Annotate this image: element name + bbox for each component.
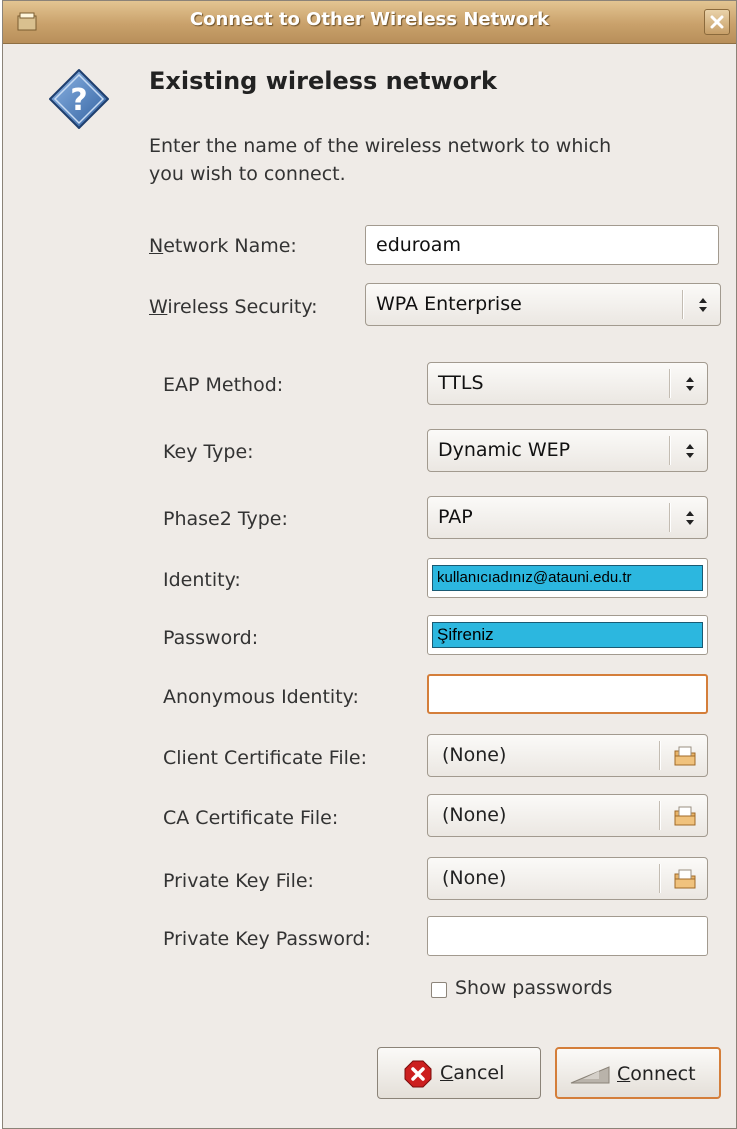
private-key-file-label: Private Key File: — [163, 870, 314, 892]
dialog-heading: Existing wireless network — [149, 67, 497, 95]
eap-method-select[interactable]: TTLS — [427, 362, 708, 405]
identity-value: kullanıcıadınız@atauni.edu.tr — [432, 565, 703, 591]
open-folder-icon — [674, 746, 696, 766]
password-input[interactable]: Şifreniz — [427, 615, 708, 655]
password-value: Şifreniz — [432, 622, 703, 648]
file-button-separator — [659, 864, 661, 893]
up-down-arrows-icon — [686, 444, 694, 458]
window-title: Connect to Other Wireless Network — [189, 9, 550, 30]
dialog-window: Connect to Other Wireless Network ? Exis… — [2, 0, 737, 1129]
eap-method-value: TTLS — [438, 372, 484, 394]
network-name-label: Network Name: — [149, 235, 297, 257]
phase2-type-label: Phase2 Type: — [163, 508, 288, 530]
close-icon — [710, 15, 724, 29]
private-key-password-label: Private Key Password: — [163, 928, 371, 950]
private-key-password-input[interactable] — [427, 916, 708, 956]
cancel-icon — [404, 1060, 432, 1088]
combo-separator — [669, 369, 671, 398]
up-down-arrows-icon — [699, 298, 707, 312]
password-label: Password: — [163, 627, 259, 649]
wireless-security-select[interactable]: WPA Enterprise — [365, 283, 721, 326]
open-folder-icon — [674, 806, 696, 826]
wireless-security-label: Wireless Security: — [149, 296, 318, 318]
file-button-separator — [659, 741, 661, 770]
combo-separator — [682, 290, 684, 319]
identity-input[interactable]: kullanıcıadınız@atauni.edu.tr — [427, 558, 708, 598]
private-key-file-button[interactable]: (None) — [427, 857, 708, 900]
key-type-label: Key Type: — [163, 441, 254, 463]
show-passwords-label[interactable]: Show passwords — [455, 977, 612, 999]
combo-separator — [669, 436, 671, 465]
anonymous-identity-label: Anonymous Identity: — [163, 686, 359, 708]
ca-certificate-label: CA Certificate File: — [163, 807, 339, 829]
key-type-value: Dynamic WEP — [438, 439, 571, 461]
private-key-file-value: (None) — [442, 867, 507, 889]
phase2-type-value: PAP — [438, 506, 473, 528]
client-certificate-label: Client Certificate File: — [163, 747, 367, 769]
eap-method-label: EAP Method: — [163, 374, 284, 396]
key-type-select[interactable]: Dynamic WEP — [427, 429, 708, 472]
wireless-connect-icon — [570, 1066, 610, 1084]
connect-button[interactable]: Connect — [555, 1047, 721, 1099]
identity-label: Identity: — [163, 569, 241, 591]
close-button[interactable] — [704, 9, 730, 35]
network-name-input[interactable]: eduroam — [365, 225, 719, 265]
svg-text:?: ? — [70, 83, 87, 118]
phase2-type-select[interactable]: PAP — [427, 496, 708, 539]
cancel-label: Cancel — [440, 1062, 505, 1084]
connect-label: Connect — [617, 1063, 696, 1085]
title-bar[interactable]: Connect to Other Wireless Network — [3, 1, 736, 44]
file-button-separator — [659, 801, 661, 830]
client-certificate-file-button[interactable]: (None) — [427, 734, 708, 777]
up-down-arrows-icon — [686, 511, 694, 525]
dialog-description: Enter the name of the wireless network t… — [149, 135, 612, 185]
show-passwords-checkbox[interactable] — [431, 982, 447, 998]
ca-certificate-file-button[interactable]: (None) — [427, 794, 708, 837]
wireless-security-value: WPA Enterprise — [376, 293, 522, 315]
client-certificate-value: (None) — [442, 744, 507, 766]
cancel-button[interactable]: Cancel — [377, 1047, 541, 1099]
open-folder-icon — [674, 869, 696, 889]
anonymous-identity-input[interactable] — [427, 674, 708, 714]
up-down-arrows-icon — [686, 377, 694, 391]
ca-certificate-value: (None) — [442, 804, 507, 826]
combo-separator — [669, 503, 671, 532]
question-help-icon: ? — [49, 69, 109, 129]
